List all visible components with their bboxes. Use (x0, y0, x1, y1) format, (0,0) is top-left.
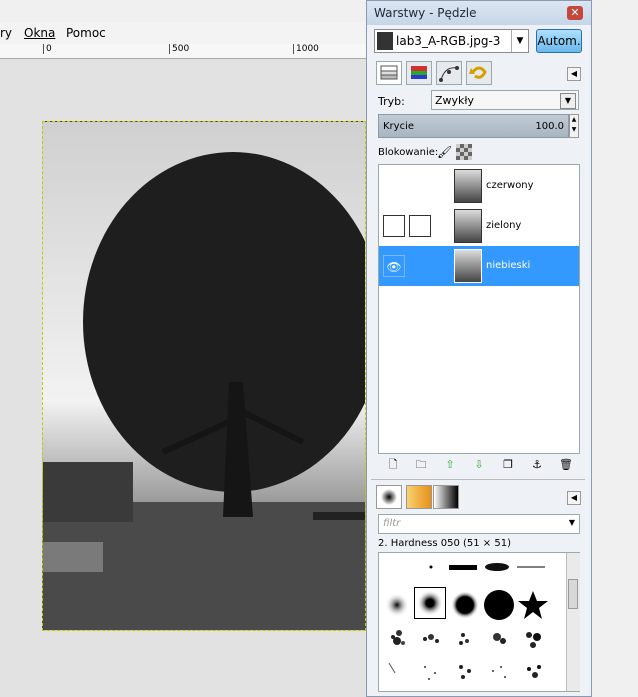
menu-item-partial[interactable]: ry (0, 26, 12, 40)
duplicate-layer-icon[interactable]: ❐ (499, 458, 517, 472)
opacity-spinner[interactable]: ▲ ▼ (569, 114, 579, 138)
brush-item[interactable] (481, 557, 513, 589)
canvas-area[interactable] (0, 59, 366, 697)
opacity-label: Krycie (383, 121, 415, 132)
menubar: ry Okna Pomoc (0, 22, 368, 44)
brush-grid[interactable] (378, 552, 580, 692)
layer-name: niebieski (486, 260, 531, 271)
menu-item-okna[interactable]: Okna (24, 26, 55, 40)
scrollbar-thumb[interactable] (568, 579, 578, 609)
chevron-down-icon[interactable]: ▼ (511, 30, 528, 52)
lock-label: Blokowanie: (378, 147, 439, 158)
layers-brushes-dock: Warstwy - Pędzle ✕ lab3_A-RGB.jpg-3 ▼ Au… (366, 0, 592, 697)
layer-row-zielony[interactable]: zielony (379, 206, 579, 246)
opacity-slider[interactable]: Krycie 100.0 (378, 114, 569, 138)
background-area (592, 0, 638, 697)
opacity-value: 100.0 (535, 121, 564, 132)
brush-item-selected[interactable] (414, 587, 446, 619)
channels-icon[interactable] (406, 61, 432, 85)
tree-photo (43, 152, 365, 630)
brush-item[interactable] (483, 657, 515, 689)
brush-item[interactable] (449, 623, 481, 655)
dock-titlebar[interactable]: Warstwy - Pędzle ✕ (367, 1, 591, 25)
panel-separator[interactable] (371, 479, 585, 482)
brush-item[interactable] (517, 657, 549, 689)
brush-scrollbar[interactable] (566, 553, 580, 691)
new-layer-icon[interactable]: 🗋 (384, 458, 402, 472)
mode-value: Zwykły (435, 94, 475, 107)
delete-layer-icon[interactable]: 🗑 (557, 458, 575, 472)
brush-item[interactable] (449, 589, 481, 621)
brush-item[interactable] (381, 657, 413, 689)
lower-layer-icon[interactable]: ⇩ (470, 458, 488, 472)
filter-placeholder: filtr (383, 518, 401, 529)
brush-item[interactable] (415, 623, 447, 655)
gradients-bw-icon[interactable] (433, 485, 459, 509)
eye-icon[interactable]: 👁 (383, 255, 405, 277)
menu-item-pomoc[interactable]: Pomoc (66, 26, 106, 40)
image-thumbnail (377, 32, 393, 50)
tab-menu-icon[interactable]: ◀ (567, 491, 581, 505)
layer-row-czerwony[interactable]: czerwony (379, 166, 579, 206)
raise-layer-icon[interactable]: ⇧ (441, 458, 459, 472)
image-selector[interactable]: lab3_A-RGB.jpg-3 ▼ (374, 29, 529, 53)
tab-menu-icon[interactable]: ◀ (567, 67, 581, 81)
brush-name: 2. Hardness 050 (51 × 51) (378, 538, 511, 549)
brush-item[interactable] (415, 657, 447, 689)
mode-label: Tryb: (378, 95, 405, 108)
close-icon[interactable]: ✕ (567, 6, 583, 20)
layer-name: zielony (486, 220, 522, 231)
layer-thumbnail (454, 249, 482, 283)
layers-icon[interactable] (376, 61, 402, 85)
layer-thumbnail (454, 209, 482, 243)
image-selector-value: lab3_A-RGB.jpg-3 (396, 34, 501, 48)
lock-alpha-icon[interactable] (456, 144, 472, 160)
image-canvas[interactable] (42, 121, 366, 631)
ruler-tick: 1000 (293, 44, 319, 54)
gradients-icon[interactable] (406, 485, 432, 509)
paths-icon[interactable] (436, 61, 462, 85)
auto-button[interactable]: Autom. (536, 29, 582, 53)
visibility-toggle[interactable] (383, 215, 405, 237)
chain-toggle[interactable] (409, 215, 431, 237)
layer-name: czerwony (486, 180, 534, 191)
lock-pixels-icon[interactable]: 🖌 (437, 145, 452, 159)
brush-item[interactable] (449, 657, 481, 689)
dock-title: Warstwy - Pędzle (374, 6, 477, 20)
new-group-icon[interactable]: 🗀 (412, 458, 430, 472)
brush-item[interactable] (447, 557, 479, 589)
undo-history-icon[interactable] (466, 61, 492, 85)
brush-item[interactable] (483, 623, 515, 655)
brush-item[interactable] (415, 557, 447, 589)
layer-list[interactable]: czerwony zielony 👁 niebieski (378, 164, 580, 454)
layer-row-niebieski[interactable]: 👁 niebieski (379, 246, 579, 286)
brush-item[interactable] (381, 623, 413, 655)
brush-item[interactable] (381, 589, 413, 621)
mode-select[interactable]: Zwykły ▼ (431, 90, 579, 110)
layer-thumbnail (454, 169, 482, 203)
chevron-down-icon[interactable]: ▼ (569, 518, 575, 527)
chevron-down-icon[interactable]: ▼ (560, 93, 576, 109)
brush-item[interactable] (515, 557, 547, 589)
anchor-layer-icon[interactable]: ⚓ (528, 458, 546, 472)
brush-item[interactable] (483, 589, 515, 621)
brush-item[interactable] (517, 623, 549, 655)
horizontal-ruler: 0 500 1000 (0, 44, 366, 59)
brushes-icon[interactable] (376, 485, 402, 509)
ruler-tick: 500 (169, 44, 189, 54)
brush-filter-field[interactable]: filtr ▼ (378, 514, 580, 534)
brush-item[interactable] (517, 589, 549, 621)
ruler-tick: 0 (43, 44, 52, 54)
